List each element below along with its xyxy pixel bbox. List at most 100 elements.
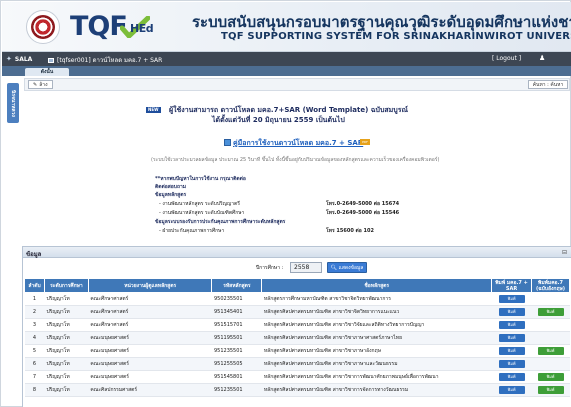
table-row: 4 ปริญญาโท คณะมนุษยศาสตร์ 951195501 หลักสูตร… xyxy=(24,331,570,345)
print-en-button[interactable]: พิมพ์ xyxy=(537,308,564,316)
cell-code: 951345401 xyxy=(211,305,262,319)
cell-faculty: คณะศึกษาศาสตร์ xyxy=(88,292,212,306)
cell-faculty: คณะศิลปกรรมศาสตร์ xyxy=(88,383,212,397)
clear-button[interactable]: ✎ ล้าง xyxy=(28,80,53,89)
cell-faculty: คณะศึกษาศาสตร์ xyxy=(88,318,212,332)
cell-code: 951255505 xyxy=(211,357,262,371)
table-row: 8 ปริญญาโท คณะศิลปกรรมศาสตร์ 951235501 หลักส… xyxy=(24,383,570,397)
year-filter-label: ปีการศึกษา : xyxy=(256,265,284,271)
cell-name: หลักสูตรศิลปศาสตรมหาบัณฑิต สาขาวิชาภาษาอ… xyxy=(261,344,492,358)
cell-print: พิมพ์ xyxy=(491,357,532,371)
app-window: TQF HEd ระบบสนับสนุนกรอบมาตรฐานคุณวุฒิระ… xyxy=(0,0,571,407)
cell-level: ปริญญาโท xyxy=(44,318,89,332)
side-menu-tab[interactable]: นิรจนาหลวง xyxy=(7,83,19,123)
user-profile-icon[interactable]: ♟ xyxy=(539,54,545,62)
cell-print-en: พิมพ์ xyxy=(531,383,570,397)
tab-active[interactable]: ดังนั้น xyxy=(25,68,69,76)
table-row: 1 ปริญญาโท คณะศึกษาศาสตร์ 950235501 หลักสูตร… xyxy=(24,292,570,306)
cell-level: ปริญญาโท xyxy=(44,305,89,319)
table-row: 5 ปริญญาโท คณะมนุษยศาสตร์ 951235501 หลักสูตร… xyxy=(24,344,570,358)
cell-name: หลักสูตรการศึกษามหาบัณฑิต สาขาวิชาจิตวิท… xyxy=(261,292,492,306)
year-input[interactable]: 2558 xyxy=(290,262,322,273)
print-en-button[interactable]: พิมพ์ xyxy=(537,386,564,394)
cell-print: พิมพ์ xyxy=(491,331,532,345)
curriculum-table: ลำดับ ระดับการศึกษา หน่วยงานผู้ดูแลหลักส… xyxy=(24,278,570,397)
print-button[interactable]: พิมพ์ xyxy=(498,308,525,316)
cell-faculty: คณะมนุษยศาสตร์ xyxy=(88,331,212,345)
print-en-button[interactable]: พิมพ์ xyxy=(537,373,564,381)
cell-code: 951235501 xyxy=(211,344,262,358)
cell-code: 951545801 xyxy=(211,370,262,384)
app-name: SALA xyxy=(14,55,33,63)
collapse-icon[interactable]: ⊟ xyxy=(562,249,567,256)
curriculum-contact-heading: ข้อมูลหลักสูตร xyxy=(155,192,187,198)
cell-no: 2 xyxy=(24,305,45,319)
top-bar: ✦ SALA [tqfser001] ดาวน์โหลด มคอ.7 + SAR… xyxy=(2,52,571,66)
cell-code: 951515701 xyxy=(211,318,262,332)
table-header-row: ลำดับ ระดับการศึกษา หน่วยงานผู้ดูแลหลักส… xyxy=(24,278,570,293)
pencil-icon: ✎ xyxy=(33,81,38,88)
print-button[interactable]: พิมพ์ xyxy=(498,360,525,368)
tqf-logo-text: TQF xyxy=(70,11,128,42)
print-button[interactable]: พิมพ์ xyxy=(498,347,525,355)
col-header-no[interactable]: ลำดับ xyxy=(24,278,45,293)
cell-code: 951235501 xyxy=(211,383,262,397)
cell-print-en xyxy=(531,357,570,371)
data-panel: ข้อมูล ⊟ ปีการศึกษา : 2558 🔍︎ แสดงข้อมูล… xyxy=(22,246,571,407)
announcement: NEW ผู้ใช้งานสามารถ ดาวน์โหลด มคอ.7+SAR … xyxy=(24,93,570,271)
cell-faculty: คณะมนุษยศาสตร์ xyxy=(88,357,212,371)
col-header-name[interactable]: ชื่อหลักสูตร xyxy=(261,278,493,293)
tqf-logo-sub: HEd xyxy=(130,22,154,35)
cell-print-en: พิมพ์ xyxy=(531,370,570,384)
print-button[interactable]: พิมพ์ xyxy=(498,321,525,329)
cell-print-en xyxy=(531,318,570,332)
col-header-faculty[interactable]: หน่วยงานผู้ดูแลหลักสูตร xyxy=(87,278,213,293)
cell-print: พิมพ์ xyxy=(491,370,532,384)
print-button[interactable]: พิมพ์ xyxy=(498,373,525,381)
print-button[interactable]: พิมพ์ xyxy=(498,386,525,394)
col-header-code[interactable]: รหัสหลักสูตร xyxy=(211,278,263,293)
announcement-line-2: ได้ตั้งแต่วันที่ 20 มิถุนายน 2559 เป็นต้… xyxy=(212,116,345,124)
cell-name: หลักสูตรศิลปศาสตรมหาบัณฑิต สาขาวิชาภาษาศ… xyxy=(261,331,492,345)
cell-level: ปริญญาโท xyxy=(44,292,89,306)
current-user: [tqfser001] ดาวน์โหลด มคอ.7 + SAR xyxy=(48,55,162,65)
clear-button-label: ล้าง xyxy=(39,81,48,88)
cell-code: 951195501 xyxy=(211,331,262,345)
contact-phone: โทร.0-2649-5000 ต่อ 15546 xyxy=(326,210,400,216)
app-menu[interactable]: ✦ SALA xyxy=(6,55,32,63)
sala-icon: ✦ xyxy=(6,55,12,63)
col-header-level[interactable]: ระดับการศึกษา xyxy=(43,278,89,293)
print-button[interactable]: พิมพ์ xyxy=(498,295,525,303)
table-row: 3 ปริญญาโท คณะศึกษาศาสตร์ 951515701 หลักสูตร… xyxy=(24,318,570,332)
filter-bar: ปีการศึกษา : 2558 🔍︎ แสดงข้อมูล xyxy=(23,259,571,277)
system-title-english: TQF SUPPORTING SYSTEM FOR SRINAKHARINWIR… xyxy=(221,31,571,42)
new-badge: NEW xyxy=(146,107,161,113)
cell-print-en xyxy=(531,292,570,306)
tab-bar: ดังนั้น xyxy=(2,66,571,76)
cell-print: พิมพ์ xyxy=(491,292,532,306)
contact-label: - ฝ่ายประกันคุณภาพการศึกษา xyxy=(159,228,225,234)
cell-print: พิมพ์ xyxy=(491,344,532,358)
university-seal-logo xyxy=(26,10,60,44)
cell-level: ปริญญาโท xyxy=(44,370,89,384)
table-row: 2 ปริญญาโท คณะศึกษาศาสตร์ 951345401 หลักสูตร… xyxy=(24,305,570,319)
cell-no: 3 xyxy=(24,318,45,332)
logout-link[interactable]: [ Logout ] xyxy=(492,55,521,62)
cell-print-en: พิมพ์ xyxy=(531,305,570,319)
print-button[interactable]: พิมพ์ xyxy=(498,334,525,342)
cell-no: 8 xyxy=(24,383,45,397)
cell-name: หลักสูตรศิลปศาสตรมหาบัณฑิต สาขาวิชาการจั… xyxy=(261,383,492,397)
show-data-button[interactable]: 🔍︎ แสดงข้อมูล xyxy=(327,262,367,273)
search-field[interactable]: ค้นหา : ค้นหา xyxy=(528,80,568,89)
manual-link[interactable]: คู่มือการใช้งานดาวน์โหลด มคอ.7 + SAR xyxy=(233,138,363,149)
cell-no: 1 xyxy=(24,292,45,306)
show-data-label: แสดงข้อมูล xyxy=(338,265,364,271)
contact-note: **หากพบปัญหาในการใช้งาน กรุณาติดต่อ xyxy=(155,176,246,182)
pdf-icon[interactable]: PDF xyxy=(360,139,370,145)
cell-name: หลักสูตรศิลปศาสตรมหาบัณฑิต สาขาวิชาจิตวิ… xyxy=(261,305,492,319)
cell-faculty: คณะมนุษยศาสตร์ xyxy=(88,344,212,358)
seal-icon xyxy=(31,15,55,39)
cell-print-en xyxy=(531,331,570,345)
print-en-button[interactable]: พิมพ์ xyxy=(537,347,564,355)
cell-level: ปริญญาโท xyxy=(44,383,89,397)
